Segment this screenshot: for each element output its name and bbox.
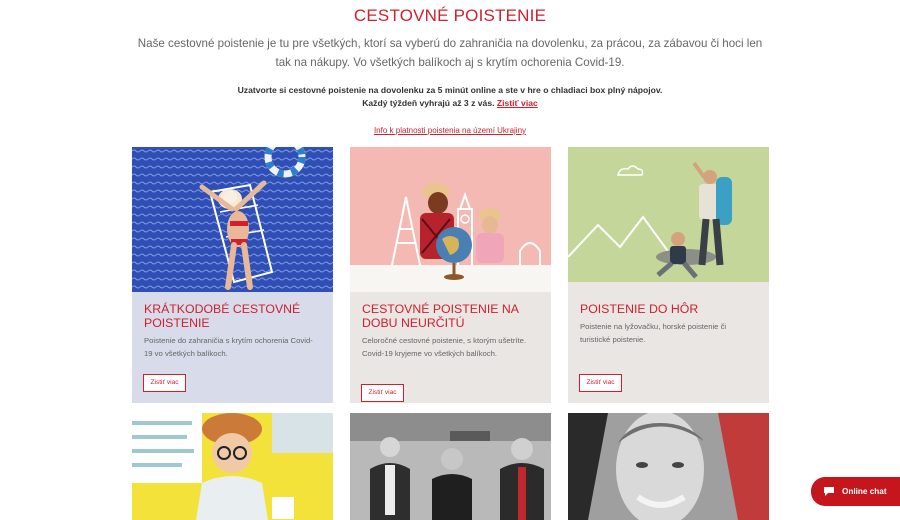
ukraine-info-link[interactable]: Info k platnosti poistenia na území Ukra… bbox=[0, 126, 900, 135]
card-image-hikers bbox=[568, 147, 769, 292]
card-image-globe bbox=[350, 147, 551, 292]
chat-bubble-icon bbox=[824, 487, 834, 496]
more-button[interactable]: Zistiť viac bbox=[579, 374, 622, 392]
card-mountains[interactable]: POISTENIE DO HÔR Poistenie na lyžovačku,… bbox=[568, 147, 769, 403]
promo-line-2-text: Každý týždeň vyhrajú až 3 z vás. bbox=[362, 98, 495, 108]
page-title: CESTOVNÉ POISTENIE bbox=[353, 6, 547, 25]
more-button[interactable]: Zistiť viac bbox=[143, 374, 186, 392]
card-image-pool bbox=[132, 147, 333, 292]
promo-block: Uzatvorte si cestovné poistenie na dovol… bbox=[0, 84, 900, 110]
card-title: KRÁTKODOBÉ CESTOVNÉ POISTENIE bbox=[144, 302, 301, 330]
card-title: POISTENIE DO HÔR bbox=[580, 302, 699, 316]
intro-text: Naše cestovné poistenie je tu pre všetký… bbox=[137, 37, 763, 69]
card-text: Poistenie na lyžovačku, horské poistenie… bbox=[580, 322, 727, 344]
promo-line-1: Uzatvorte si cestovné poistenie na dovol… bbox=[237, 85, 663, 95]
card-text: Poistenie do zahraničia s krytím ochoren… bbox=[144, 336, 313, 358]
card-student[interactable] bbox=[132, 413, 333, 520]
card-short-term[interactable]: KRÁTKODOBÉ CESTOVNÉ POISTENIE Poistenie … bbox=[132, 147, 333, 403]
card-text: Celoročné cestovné poistenie, s ktorým u… bbox=[362, 336, 527, 358]
card-unlimited[interactable]: CESTOVNÉ POISTENIE NA DOBU NEURČITÚ Celo… bbox=[350, 147, 551, 403]
card-title: CESTOVNÉ POISTENIE NA DOBU NEURČITÚ bbox=[362, 302, 519, 330]
card-image-man bbox=[568, 413, 769, 520]
online-chat-button[interactable]: Online chat bbox=[811, 477, 900, 506]
promo-line-2: Každý týždeň vyhrajú až 3 z vás. Zistiť … bbox=[0, 97, 900, 110]
card-image-business bbox=[350, 413, 551, 520]
online-chat-label: Online chat bbox=[842, 487, 887, 496]
card-image-student bbox=[132, 413, 333, 520]
promo-more-link[interactable]: Zistiť viac bbox=[497, 98, 538, 108]
more-button[interactable]: Zistiť viac bbox=[361, 384, 404, 402]
card-business[interactable] bbox=[350, 413, 551, 520]
card-family[interactable] bbox=[568, 413, 769, 520]
